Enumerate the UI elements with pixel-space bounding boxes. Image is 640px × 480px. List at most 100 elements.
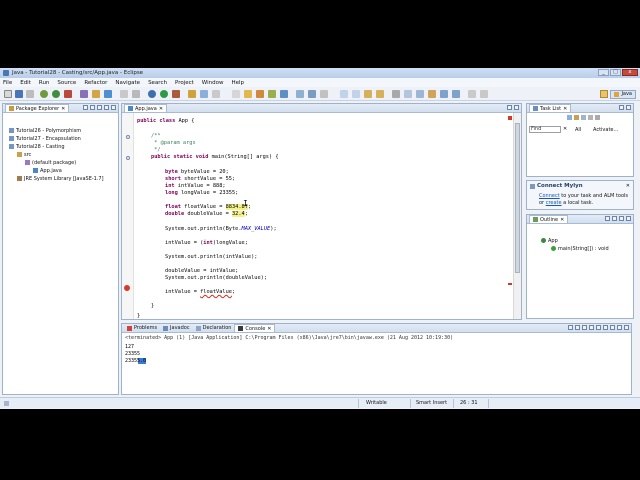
menu-file[interactable]: File bbox=[3, 80, 12, 86]
tab-javadoc[interactable]: Javadoc bbox=[160, 324, 193, 332]
show-whitespace-icon[interactable] bbox=[308, 90, 316, 98]
menu-navigate[interactable]: Navigate bbox=[115, 80, 140, 86]
close-button[interactable]: x bbox=[622, 69, 638, 76]
debug-run-icon[interactable] bbox=[148, 90, 156, 98]
tab-problems[interactable]: Problems bbox=[124, 324, 160, 332]
tree-item-default-package[interactable]: (default package) bbox=[25, 159, 76, 166]
minimize-button[interactable]: _ bbox=[598, 69, 609, 76]
close-tab-icon[interactable]: ✕ bbox=[159, 106, 163, 112]
tab-declaration[interactable]: Declaration bbox=[193, 324, 235, 332]
next-annotation-icon[interactable] bbox=[232, 90, 240, 98]
forward-arrow-icon[interactable] bbox=[376, 90, 384, 98]
maximize-view-icon[interactable] bbox=[111, 105, 116, 110]
history-icon[interactable] bbox=[392, 90, 400, 98]
display-console-icon[interactable] bbox=[603, 325, 608, 330]
focus-icon[interactable] bbox=[588, 115, 593, 120]
mark-occurrences-icon[interactable] bbox=[212, 90, 220, 98]
print-icon[interactable] bbox=[26, 90, 34, 98]
menu-search[interactable]: Search bbox=[148, 80, 167, 86]
tab-console[interactable]: Console ✕ bbox=[234, 324, 276, 332]
scheduled-icon[interactable] bbox=[581, 115, 586, 120]
toggle-breadcrumb-icon[interactable] bbox=[296, 90, 304, 98]
collapse-all-icon[interactable] bbox=[83, 105, 88, 110]
tree-item-tutorial26[interactable]: Tutorial26 - Polymorphism bbox=[9, 127, 81, 134]
maximize-button[interactable]: □ bbox=[610, 69, 621, 76]
tree-item-src[interactable]: src bbox=[17, 151, 31, 158]
debug-icon[interactable] bbox=[40, 90, 48, 98]
menu-source[interactable]: Source bbox=[57, 80, 76, 86]
outline-item-app[interactable]: App bbox=[541, 237, 558, 244]
external-tools-icon[interactable] bbox=[64, 90, 72, 98]
error-overview-marker[interactable] bbox=[508, 283, 512, 285]
search-icon[interactable] bbox=[132, 90, 140, 98]
annotation-icon[interactable] bbox=[200, 90, 208, 98]
error-summary-icon[interactable] bbox=[508, 116, 512, 120]
terminate-icon[interactable] bbox=[568, 325, 573, 330]
menu-window[interactable]: Window bbox=[202, 80, 224, 86]
error-marker-icon[interactable] bbox=[124, 285, 130, 291]
run-last-icon[interactable] bbox=[160, 90, 168, 98]
back-icon[interactable] bbox=[256, 90, 264, 98]
clear-search-icon[interactable]: ✕ bbox=[563, 126, 567, 132]
minimize-view-icon[interactable] bbox=[619, 105, 624, 110]
task-search-input[interactable]: Find bbox=[529, 126, 561, 133]
minimize-view-icon[interactable] bbox=[617, 325, 622, 330]
tab-task-list[interactable]: Task List ✕ bbox=[529, 104, 572, 112]
close-tab-icon[interactable]: ✕ bbox=[61, 106, 65, 112]
nav-forward-icon[interactable] bbox=[452, 90, 460, 98]
clear-console-icon[interactable] bbox=[582, 325, 587, 330]
outline-item-main[interactable]: main(String[]) : void bbox=[551, 245, 609, 252]
flow-icon[interactable] bbox=[428, 90, 436, 98]
tree-item-app-java[interactable]: App.java bbox=[33, 167, 62, 174]
new-package-icon[interactable] bbox=[92, 90, 100, 98]
block-selection-icon[interactable] bbox=[320, 90, 328, 98]
open-console-icon[interactable] bbox=[610, 325, 615, 330]
fast-view-icon[interactable] bbox=[4, 401, 9, 406]
fold-icon[interactable] bbox=[126, 135, 130, 139]
minimize-view-icon[interactable] bbox=[507, 105, 512, 110]
connect-link[interactable]: Connect bbox=[539, 193, 560, 199]
maximize-view-icon[interactable] bbox=[626, 216, 631, 221]
maximize-view-icon[interactable] bbox=[626, 105, 631, 110]
prev-edit-icon[interactable] bbox=[340, 90, 348, 98]
scrollbar-thumb[interactable] bbox=[515, 123, 520, 273]
pin-editor-icon[interactable] bbox=[280, 90, 288, 98]
menu-refactor[interactable]: Refactor bbox=[84, 80, 107, 86]
maximize-view-icon[interactable] bbox=[514, 105, 519, 110]
tree-item-jre-library[interactable]: JRE System Library [JavaSE-1.7] bbox=[17, 175, 104, 182]
menu-project[interactable]: Project bbox=[175, 80, 194, 86]
menu-run[interactable]: Run bbox=[39, 80, 50, 86]
coverage-icon[interactable] bbox=[172, 90, 180, 98]
open-folder-icon[interactable] bbox=[188, 90, 196, 98]
new-task-icon[interactable] bbox=[567, 115, 572, 120]
link-editor-icon[interactable] bbox=[90, 105, 95, 110]
sort-icon[interactable] bbox=[605, 216, 610, 221]
close-tab-icon[interactable]: ✕ bbox=[563, 106, 567, 112]
open-perspective-icon[interactable] bbox=[600, 90, 609, 98]
save-icon[interactable] bbox=[15, 90, 23, 98]
editor-vertical-scrollbar[interactable] bbox=[513, 113, 521, 319]
categorized-icon[interactable] bbox=[574, 115, 579, 120]
close-mylyn-icon[interactable]: ✕ bbox=[626, 183, 630, 189]
new-java-project-icon[interactable] bbox=[80, 90, 88, 98]
scroll-lock-icon[interactable] bbox=[589, 325, 594, 330]
remove-launch-icon[interactable] bbox=[575, 325, 580, 330]
pin-console-icon[interactable] bbox=[596, 325, 601, 330]
new-icon[interactable] bbox=[4, 90, 12, 98]
java-perspective-button[interactable]: Java bbox=[610, 89, 636, 99]
maximize-view-icon[interactable] bbox=[624, 325, 629, 330]
menu-edit[interactable]: Edit bbox=[20, 80, 31, 86]
external-icon[interactable] bbox=[468, 90, 476, 98]
tab-package-explorer[interactable]: Package Explorer ✕ bbox=[5, 104, 70, 112]
hide-fields-icon[interactable] bbox=[612, 216, 617, 221]
filter-icon[interactable] bbox=[595, 115, 600, 120]
create-link[interactable]: create bbox=[546, 200, 562, 206]
code-area[interactable]: public class App { /** * @param args */ … bbox=[137, 113, 507, 319]
next-edit-icon[interactable] bbox=[352, 90, 360, 98]
tab-outline[interactable]: Outline ✕ bbox=[529, 215, 569, 223]
debug-history-icon[interactable] bbox=[416, 90, 424, 98]
filter-all[interactable]: All bbox=[575, 127, 581, 133]
fold-icon[interactable] bbox=[126, 156, 130, 160]
activate-link[interactable]: Activate... bbox=[593, 127, 618, 133]
navigate-icon[interactable] bbox=[404, 90, 412, 98]
